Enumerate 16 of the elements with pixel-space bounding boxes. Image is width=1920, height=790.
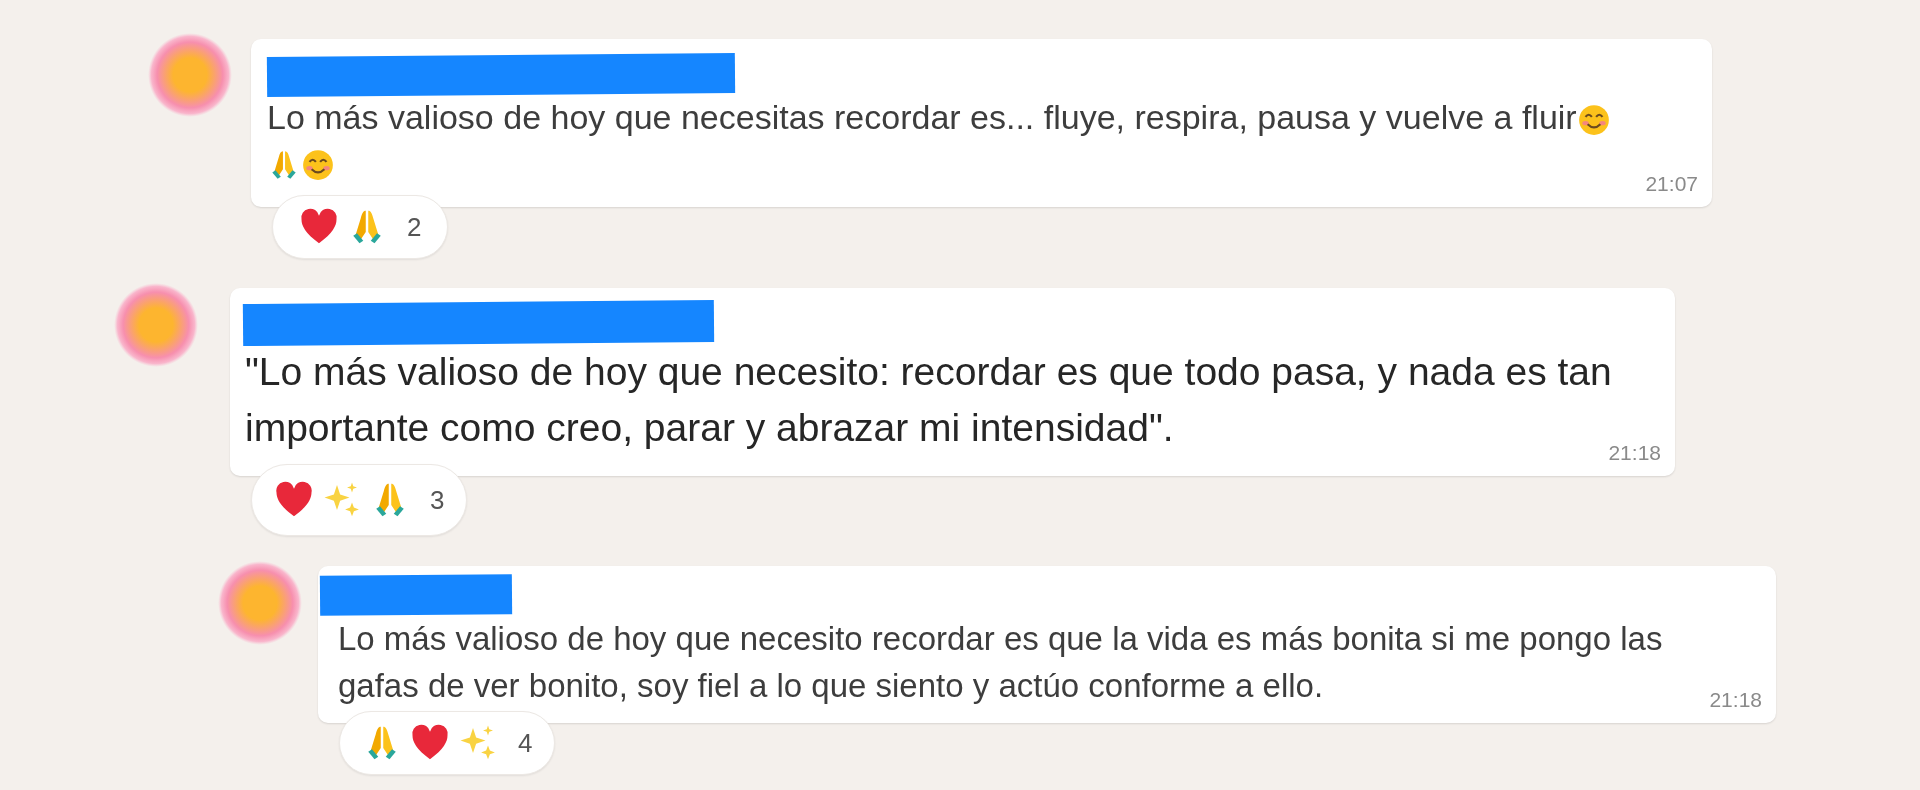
reaction-count: 4 [518,726,533,760]
message-time: 21:18 [1608,439,1661,466]
reaction-count: 2 [407,210,422,244]
reactions-pill[interactable]: 4 [339,711,556,775]
reactions-pill[interactable]: 3 [251,464,468,536]
message-text: Lo más valioso de hoy que necesito recordar es que la vida es más bonita si me pongo las gafas de ver bonito, soy fiel a lo que siento y actúo conforme a ello. [338,620,1663,704]
smiling-face-icon [301,148,335,182]
message-time: 21:07 [1645,170,1698,197]
smiling-face-icon [1576,103,1611,137]
avatar[interactable] [148,33,232,117]
message-time: 21:18 [1709,686,1762,713]
avatar[interactable] [114,283,198,367]
avatar[interactable] [218,561,302,645]
reactions-pill[interactable]: 2 [272,195,449,259]
message-text: Lo más valioso de hoy que necesitas recordar es... fluye, respira, pausa y vuelve a fluir [267,98,1577,136]
reaction-count: 3 [430,483,445,517]
